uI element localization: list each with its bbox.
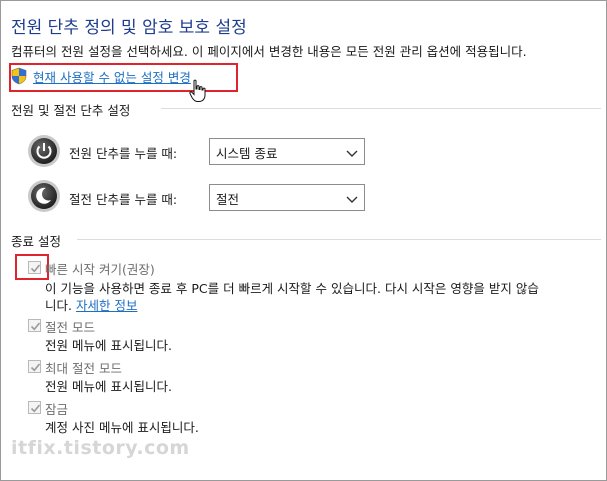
- hibernate-checkbox[interactable]: [28, 360, 41, 373]
- shutdown-section-title: 종료 설정: [11, 234, 61, 249]
- more-info-link[interactable]: 자세한 정보: [76, 298, 137, 313]
- fast-startup-label: 빠른 시작 켜기(권장): [45, 262, 155, 277]
- fast-startup-checkbox[interactable]: [28, 261, 41, 274]
- power-button-action-value: 시스템 종료: [216, 146, 278, 161]
- checkmark-icon: [30, 322, 41, 331]
- power-button-icon: [27, 134, 61, 168]
- lock-label: 잠금: [45, 402, 69, 417]
- checkmark-icon: [30, 363, 41, 372]
- watermark: itfix.tistory.com: [11, 437, 190, 459]
- power-section-title: 전원 및 절전 단추 설정: [11, 103, 131, 118]
- sleep-button-action-value: 절전: [216, 192, 240, 207]
- hibernate-description: 전원 메뉴에 표시됩니다.: [45, 379, 172, 394]
- power-button-label: 전원 단추를 누를 때:: [69, 146, 178, 161]
- chevron-down-icon: [346, 193, 358, 203]
- sleep-label: 절전 모드: [45, 320, 95, 335]
- lock-description: 계정 사진 메뉴에 표시됩니다.: [45, 420, 199, 435]
- hand-cursor-icon: [189, 79, 207, 103]
- section-divider: [77, 239, 601, 240]
- page-description: 컴퓨터의 전원 설정을 선택하세요. 이 페이지에서 변경한 내용은 모든 전원…: [11, 44, 527, 59]
- page-title: 전원 단추 정의 및 암호 보호 설정: [11, 18, 247, 38]
- checkmark-icon: [30, 404, 41, 413]
- sleep-button-label: 절전 단추를 누를 때:: [69, 192, 178, 207]
- uac-shield-icon: [11, 67, 27, 85]
- sleep-button-action-select[interactable]: 절전: [209, 184, 365, 211]
- description-suffix: 니다.: [45, 298, 72, 313]
- fast-startup-description-line2: 니다. 자세한 정보: [45, 295, 137, 314]
- hibernate-label: 최대 절전 모드: [45, 361, 122, 376]
- chevron-down-icon: [346, 147, 358, 157]
- sleep-checkbox[interactable]: [28, 319, 41, 332]
- checkmark-icon: [30, 264, 41, 273]
- section-divider: [161, 108, 601, 109]
- lock-checkbox[interactable]: [28, 401, 41, 414]
- power-button-action-select[interactable]: 시스템 종료: [209, 138, 365, 165]
- change-settings-link[interactable]: 현재 사용할 수 없는 설정 변경: [33, 67, 191, 86]
- sleep-button-icon: [27, 179, 61, 213]
- sleep-description: 전원 메뉴에 표시됩니다.: [45, 338, 172, 353]
